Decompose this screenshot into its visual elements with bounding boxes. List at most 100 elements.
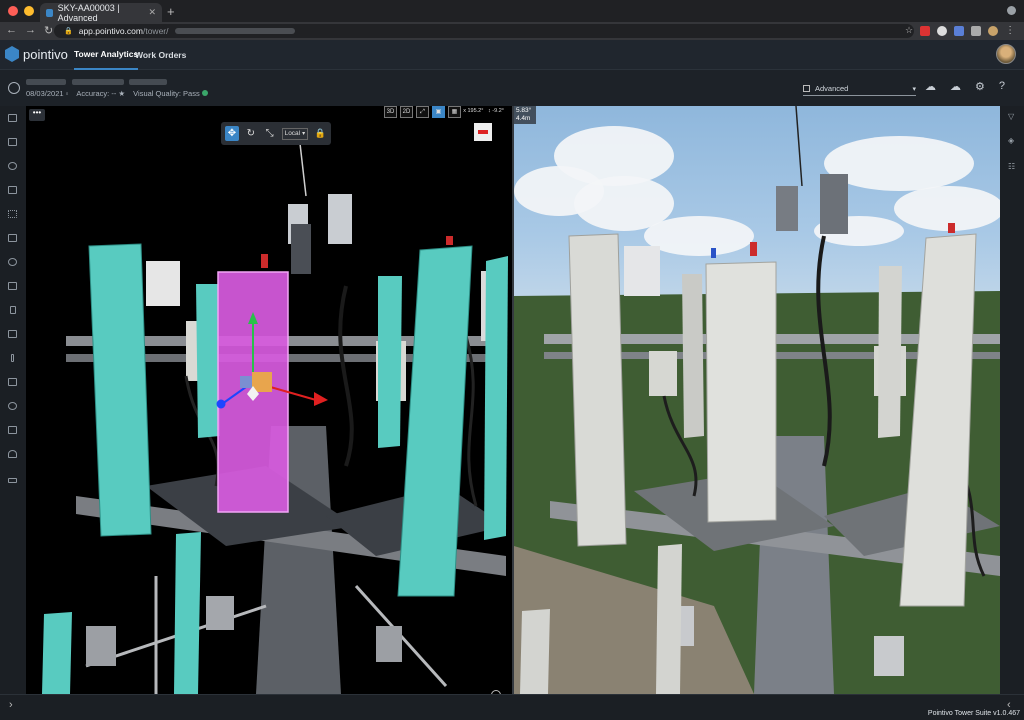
azimuth-readout: x 195.2° bbox=[463, 108, 484, 114]
fullscreen-button[interactable]: ⤢ bbox=[416, 106, 429, 118]
view-cube-icon[interactable] bbox=[474, 123, 492, 141]
cloud-upload-icon[interactable]: ☁ bbox=[925, 80, 936, 93]
browser-tab-strip: SKY-AA00003 | Advanced ✕ + bbox=[0, 0, 1024, 23]
gizmo-x-arrow-icon[interactable] bbox=[314, 392, 328, 406]
view-3d-button[interactable]: 3D bbox=[384, 106, 397, 118]
scale-tool-icon[interactable]: ⤡ bbox=[263, 126, 277, 141]
gizmo-z-handle-icon[interactable] bbox=[216, 399, 226, 409]
chevron-down-icon: ▾ bbox=[912, 85, 916, 93]
tower-photo bbox=[514, 106, 1000, 694]
rail-folder-icon[interactable] bbox=[8, 282, 17, 290]
view-2d-button[interactable]: 2D bbox=[400, 106, 413, 118]
coordinate-space-value: Local bbox=[284, 130, 301, 137]
header-actions: ☁ ☁ ⚙ ? bbox=[925, 80, 1005, 93]
extension-red-icon[interactable] bbox=[920, 25, 931, 36]
mode-dropdown[interactable]: Advanced ▾ bbox=[803, 82, 916, 96]
browser-menu-icon[interactable] bbox=[1007, 6, 1016, 15]
rail-pin-icon[interactable] bbox=[8, 258, 17, 266]
bookmark-star-icon[interactable]: ☆ bbox=[905, 25, 913, 36]
viewer-more-button[interactable]: ••• bbox=[29, 109, 45, 121]
rail-grid-icon[interactable] bbox=[8, 210, 17, 218]
radio-unit-low-left bbox=[86, 626, 116, 666]
browser-tab-title: SKY-AA00003 | Advanced bbox=[57, 2, 120, 23]
rail-home-icon[interactable] bbox=[8, 450, 17, 458]
info-icon[interactable] bbox=[8, 82, 20, 94]
rail-table-icon[interactable] bbox=[8, 234, 17, 242]
antenna-cap-red bbox=[446, 236, 453, 245]
pass-status-icon bbox=[201, 90, 208, 96]
tab-tower-analytics[interactable]: Tower Analytics bbox=[74, 40, 139, 70]
rail-clipboard-icon[interactable] bbox=[8, 330, 17, 338]
extensions-puzzle-icon[interactable] bbox=[971, 25, 982, 36]
back-arrow-icon[interactable]: ← bbox=[6, 24, 17, 37]
browser-tab[interactable]: SKY-AA00003 | Advanced ✕ bbox=[40, 2, 162, 23]
tab-close-icon[interactable]: ✕ bbox=[148, 7, 156, 18]
minimize-window-button[interactable] bbox=[24, 6, 34, 16]
tilt-readout: ↕ -9.2° bbox=[488, 108, 504, 114]
settings-gear-icon[interactable]: ⚙ bbox=[975, 80, 985, 93]
rail-antenna-icon[interactable] bbox=[8, 162, 17, 170]
photo-antenna-selected bbox=[705, 261, 777, 523]
visual-quality-label: Visual Quality: Pass bbox=[133, 89, 200, 98]
pointivo-logo[interactable]: pointivo bbox=[5, 46, 68, 62]
cloud-download-icon[interactable]: ☁ bbox=[950, 80, 961, 93]
split-view-button[interactable]: ▣ bbox=[432, 106, 445, 118]
tab-work-orders[interactable]: Work Orders bbox=[135, 40, 186, 70]
capture-date: 08/03/2021 bbox=[26, 89, 64, 98]
reload-icon[interactable]: ↻ bbox=[44, 24, 53, 37]
rail-device-icon[interactable] bbox=[10, 306, 16, 314]
photo-antenna-5 bbox=[656, 544, 682, 694]
rail-ruler-icon[interactable] bbox=[11, 354, 14, 362]
photo-cylinder-2 bbox=[820, 174, 848, 234]
profile-avatar-icon[interactable] bbox=[988, 25, 999, 36]
rail-target-icon[interactable] bbox=[8, 402, 17, 410]
antenna-panel-teal-7[interactable] bbox=[42, 612, 72, 694]
rail-map-icon[interactable] bbox=[8, 378, 17, 386]
antenna-panel-teal-6[interactable] bbox=[174, 532, 201, 694]
antenna-panel-teal-2[interactable] bbox=[196, 284, 220, 438]
rail-book-icon[interactable] bbox=[8, 114, 17, 122]
sliders-icon[interactable]: ☷ bbox=[1008, 162, 1015, 171]
lock-icon[interactable]: 🔒 bbox=[313, 126, 327, 141]
antenna-panel-teal-5[interactable] bbox=[484, 256, 508, 540]
mode-dropdown-value: Advanced bbox=[815, 84, 849, 93]
help-icon[interactable]: ? bbox=[999, 80, 1005, 93]
rail-measure-icon[interactable] bbox=[8, 478, 17, 483]
photo-antenna-cap-red-2 bbox=[948, 223, 955, 233]
radio-unit-low-right bbox=[376, 626, 402, 662]
grid-view-button[interactable]: ▦ bbox=[448, 106, 461, 118]
3d-model-viewport[interactable]: ••• 3D 2D ⤢ ▣ ▦ x 195.2° ↕ -9.2° ✥ ↻ ⤡ L… bbox=[26, 106, 512, 694]
tower-3d-model[interactable] bbox=[26, 106, 512, 694]
url-path: /tower/ bbox=[142, 26, 169, 36]
photo-radio-low-right bbox=[874, 636, 904, 676]
rail-camera-icon[interactable] bbox=[8, 426, 17, 434]
new-tab-button[interactable]: + bbox=[167, 4, 175, 19]
chevron-down-icon: ▾ bbox=[302, 131, 306, 137]
right-tool-rail: ▽ ◈ ☷ bbox=[1000, 106, 1024, 694]
close-window-button[interactable] bbox=[8, 6, 18, 16]
transform-toolbar: ✥ ↻ ⤡ Local ▾ 🔒 bbox=[221, 122, 331, 145]
favicon-icon bbox=[46, 8, 53, 17]
move-tool-icon[interactable]: ✥ bbox=[225, 126, 239, 141]
rail-document-icon[interactable] bbox=[8, 138, 17, 146]
rail-building-icon[interactable] bbox=[8, 186, 17, 194]
address-bar[interactable]: 🔒 app.pointivo.com/tower/ bbox=[54, 24, 914, 38]
layers-stack-icon[interactable]: ◈ bbox=[1008, 136, 1014, 145]
photo-antenna-2 bbox=[682, 274, 704, 438]
extension-blue-icon[interactable] bbox=[954, 25, 965, 36]
user-avatar[interactable] bbox=[996, 44, 1016, 64]
filter-icon[interactable]: ▽ bbox=[1008, 112, 1014, 121]
site-name-redacted bbox=[26, 78, 168, 87]
expand-left-chevron-icon[interactable]: › bbox=[9, 699, 13, 711]
rotate-tool-icon[interactable]: ↻ bbox=[244, 126, 258, 141]
calendar-icon[interactable]: ▫ bbox=[66, 89, 69, 98]
antenna-panel-teal-4[interactable] bbox=[397, 245, 473, 597]
coordinate-space-select[interactable]: Local ▾ bbox=[281, 127, 309, 140]
extension-circle-icon[interactable] bbox=[937, 25, 948, 36]
browser-kebab-icon[interactable]: ⋮ bbox=[1005, 25, 1015, 36]
antenna-panel-teal-1[interactable] bbox=[88, 243, 152, 537]
photo-viewport[interactable]: 5.83° 4.4m bbox=[514, 106, 1000, 694]
forward-arrow-icon[interactable]: → bbox=[25, 24, 36, 37]
gizmo-plane-handle-2[interactable] bbox=[240, 376, 252, 388]
antenna-panel-teal-3[interactable] bbox=[378, 276, 402, 448]
